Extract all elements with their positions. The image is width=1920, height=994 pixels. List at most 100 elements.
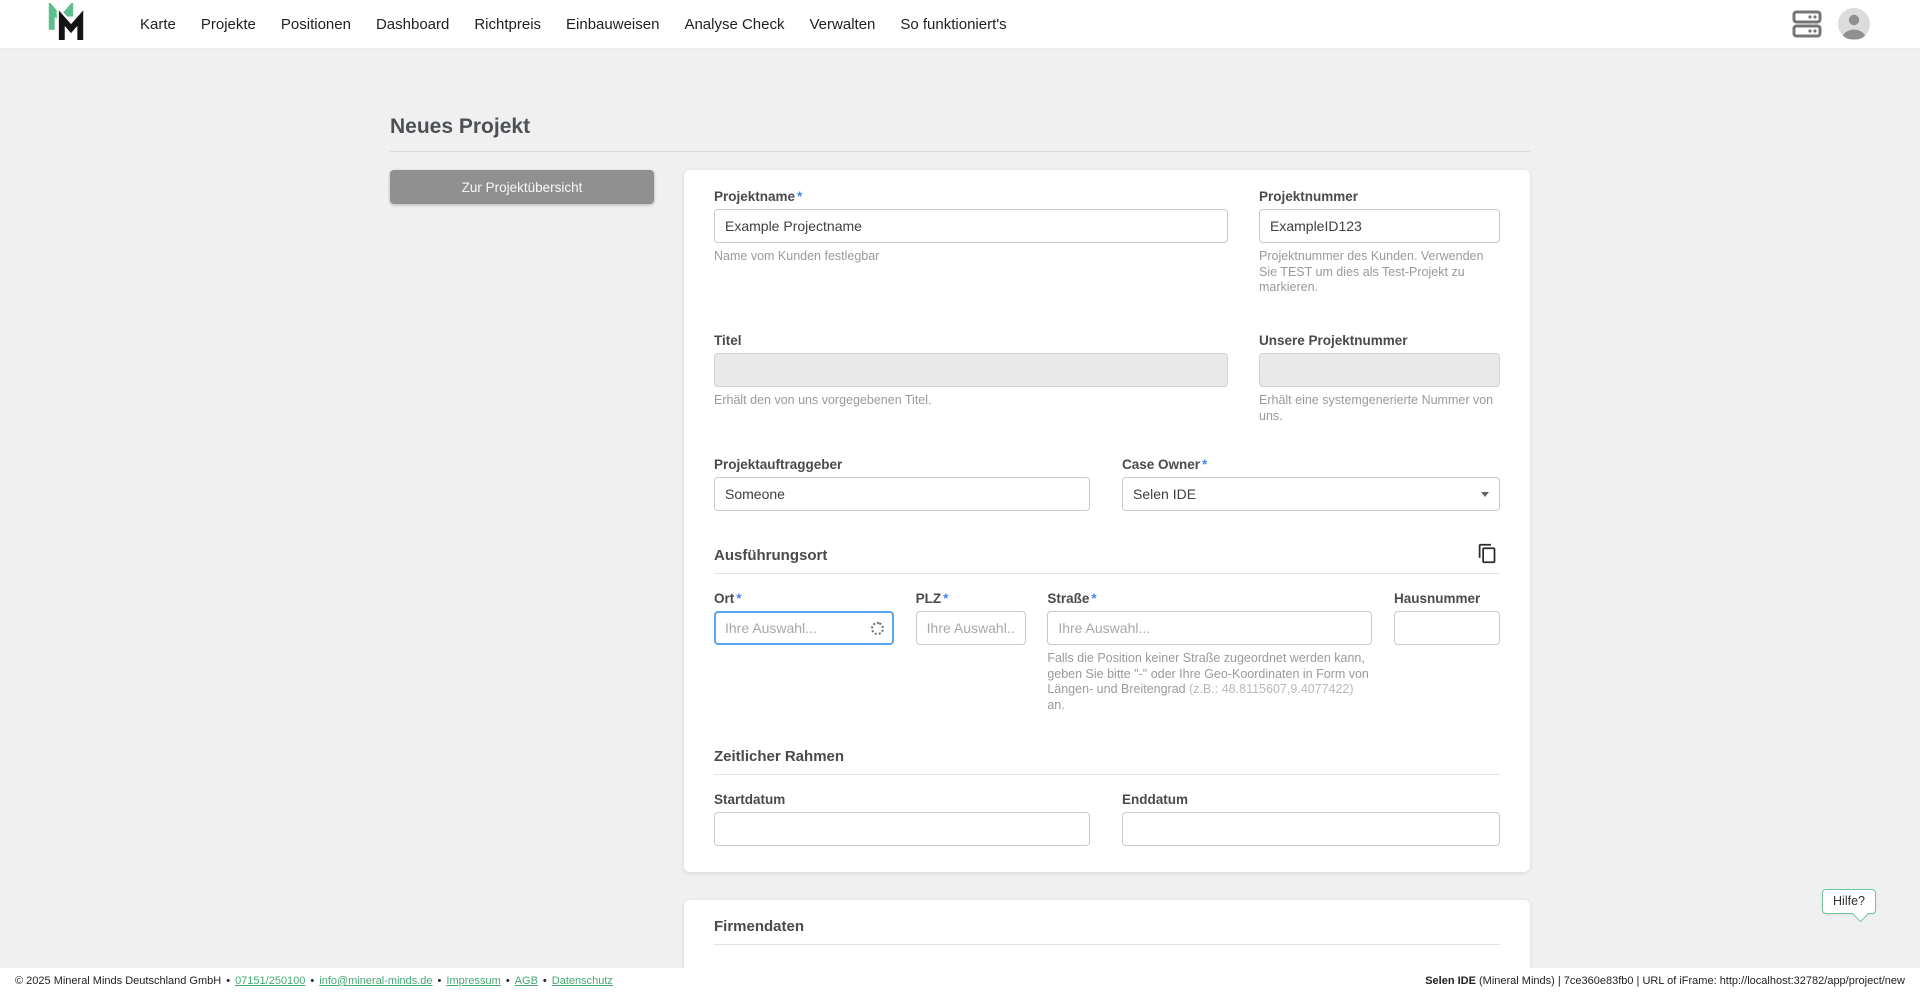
section-ausfuehrungsort: Ausführungsort	[714, 544, 1500, 575]
row-titel-unsere-nummer: Titel Erhält den von uns vorgegebenen Ti…	[714, 332, 1500, 424]
zeitlicher-rahmen-title: Zeitlicher Rahmen	[714, 747, 845, 765]
titel-label: Titel	[714, 332, 742, 348]
plz-input[interactable]	[915, 611, 1026, 646]
strasse-label: Straße *	[1047, 591, 1097, 607]
unsere-projektnummer-helper: Erhält eine systemgenerierte Nummer von …	[1259, 392, 1494, 423]
topbar-right	[1792, 8, 1870, 40]
help-button[interactable]: Hilfe?	[1822, 889, 1876, 914]
footer-link-phone[interactable]: 07151/250100	[235, 975, 305, 987]
required-marker: *	[797, 189, 803, 204]
unsere-projektnummer-input	[1259, 352, 1500, 387]
ort-input-wrap	[714, 611, 894, 646]
required-marker: *	[943, 591, 949, 607]
titel-input	[714, 352, 1228, 387]
field-plz: PLZ *	[915, 590, 1026, 646]
field-enddatum: Enddatum	[1122, 791, 1500, 846]
case-owner-label: Case Owner *	[1122, 457, 1208, 473]
required-marker: *	[736, 591, 742, 607]
field-projektauftraggeber: Projektauftraggeber	[714, 456, 1090, 512]
session-user: Selen IDE	[1425, 975, 1476, 987]
ort-input[interactable]	[716, 613, 871, 644]
section-divider	[714, 773, 1500, 775]
titel-helper: Erhält den von uns vorgegebenen Titel.	[714, 392, 932, 407]
startdatum-input[interactable]	[714, 811, 1090, 846]
topbar: Karte Projekte Positionen Dashboard Rich…	[0, 0, 1920, 49]
field-titel: Titel Erhält den von uns vorgegebenen Ti…	[714, 332, 1228, 409]
section-divider	[714, 943, 1500, 945]
logo-icon	[48, 3, 86, 40]
left-column: Zur Projektübersicht	[390, 170, 654, 204]
field-case-owner: Case Owner * Selen IDE	[1122, 456, 1500, 512]
field-unsere-projektnummer: Unsere Projektnummer Erhält eine systemg…	[1259, 332, 1500, 424]
project-form-card: Projektname* Name vom Kunden festlegbar …	[684, 170, 1530, 872]
section-firmendaten: Firmendaten	[714, 918, 1500, 945]
person-icon	[1838, 8, 1870, 40]
nav-positionen[interactable]: Positionen	[281, 16, 351, 33]
section-zeitlicher-rahmen: Zeitlicher Rahmen	[714, 748, 1500, 775]
row-auftraggeber-owner: Projektauftraggeber Case Owner* Selen ID…	[714, 456, 1500, 512]
ort-label: Ort *	[714, 591, 742, 607]
footer: © 2025 Mineral Minds Deutschland GmbH • …	[0, 968, 1920, 994]
projektnummer-input[interactable]	[1259, 209, 1500, 243]
section-divider	[714, 573, 1500, 575]
nav-projekte[interactable]: Projekte	[201, 16, 256, 33]
nav-richtpreis[interactable]: Richtpreis	[474, 16, 541, 33]
session-details: (Mineral Minds) | 7ce360e83fb0 | URL of …	[1475, 975, 1905, 987]
projektnummer-label: Projektnummer	[1259, 189, 1359, 204]
case-owner-value: Selen IDE	[1133, 486, 1197, 503]
footer-left: © 2025 Mineral Minds Deutschland GmbH • …	[15, 975, 613, 987]
ausfuehrungsort-title: Ausführungsort	[714, 547, 828, 565]
projektname-label: Projektname *	[714, 189, 803, 204]
field-projektnummer: Projektnummer Projektnummer des Kunden. …	[1259, 188, 1500, 296]
nav-analyse-check[interactable]: Analyse Check	[684, 16, 784, 33]
main-content: Neues Projekt Zur Projektübersicht Proje…	[0, 49, 1920, 968]
footer-session-info: Selen IDE (Mineral Minds) | 7ce360e83fb0…	[1425, 975, 1905, 987]
page-title: Neues Projekt	[390, 115, 1530, 152]
strasse-input[interactable]	[1047, 611, 1373, 646]
enddatum-label: Enddatum	[1122, 791, 1188, 807]
required-marker: *	[1091, 591, 1097, 607]
footer-link-datenschutz[interactable]: Datenschutz	[552, 975, 613, 987]
unsere-projektnummer-label: Unsere Projektnummer	[1259, 332, 1408, 348]
mineral-minds-logo[interactable]	[45, 3, 87, 45]
strasse-helper: Falls die Position keiner Straße zugeord…	[1047, 651, 1369, 712]
projektnummer-helper: Projektnummer des Kunden. Verwenden Sie …	[1259, 249, 1484, 295]
back-to-project-overview-button[interactable]: Zur Projektübersicht	[390, 170, 654, 204]
row-ausfuehrungsort-fields: Ort* PLZ* Straße* Falls die Position k	[714, 590, 1500, 714]
nav-dashboard[interactable]: Dashboard	[376, 16, 449, 33]
projektname-input[interactable]	[714, 209, 1228, 243]
hausnummer-label: Hausnummer	[1393, 591, 1481, 607]
field-ort: Ort *	[714, 590, 894, 646]
field-projektname: Projektname* Name vom Kunden festlegbar	[714, 188, 1228, 265]
footer-link-agb[interactable]: AGB	[515, 975, 538, 987]
projektauftraggeber-input[interactable]	[714, 477, 1090, 512]
main-nav: Karte Projekte Positionen Dashboard Rich…	[140, 16, 1007, 33]
footer-link-email[interactable]: info@mineral-minds.de	[319, 975, 432, 987]
loading-spinner-icon	[869, 619, 886, 637]
copyright-text: © 2025 Mineral Minds Deutschland GmbH	[15, 975, 222, 987]
enddatum-input[interactable]	[1122, 811, 1500, 846]
plz-label: PLZ *	[915, 591, 949, 607]
nav-verwalten[interactable]: Verwalten	[810, 16, 876, 33]
hausnummer-input[interactable]	[1393, 611, 1500, 646]
projektauftraggeber-label: Projektauftraggeber	[714, 457, 843, 473]
footer-link-impressum[interactable]: Impressum	[446, 975, 500, 987]
field-startdatum: Startdatum	[714, 791, 1090, 846]
nav-karte[interactable]: Karte	[140, 16, 176, 33]
row-datum: Startdatum Enddatum	[714, 791, 1500, 846]
user-avatar[interactable]	[1838, 8, 1870, 40]
nav-so-funktionierts[interactable]: So funktioniert's	[900, 16, 1006, 33]
firmendaten-title: Firmendaten	[714, 917, 805, 935]
case-owner-select[interactable]: Selen IDE	[1122, 477, 1500, 512]
firmendaten-card: Firmendaten	[684, 899, 1530, 968]
field-hausnummer: Hausnummer	[1393, 590, 1500, 646]
chevron-down-icon	[1481, 491, 1489, 497]
required-marker: *	[1202, 457, 1208, 473]
field-strasse: Straße* Falls die Position keiner Straße…	[1047, 590, 1373, 714]
server-icon[interactable]	[1792, 9, 1822, 39]
nav-einbauweisen[interactable]: Einbauweisen	[566, 16, 659, 33]
copy-icon[interactable]	[1475, 541, 1500, 569]
startdatum-label: Startdatum	[714, 791, 786, 807]
row-name-number: Projektname* Name vom Kunden festlegbar …	[714, 188, 1500, 296]
projektname-helper: Name vom Kunden festlegbar	[714, 249, 880, 263]
